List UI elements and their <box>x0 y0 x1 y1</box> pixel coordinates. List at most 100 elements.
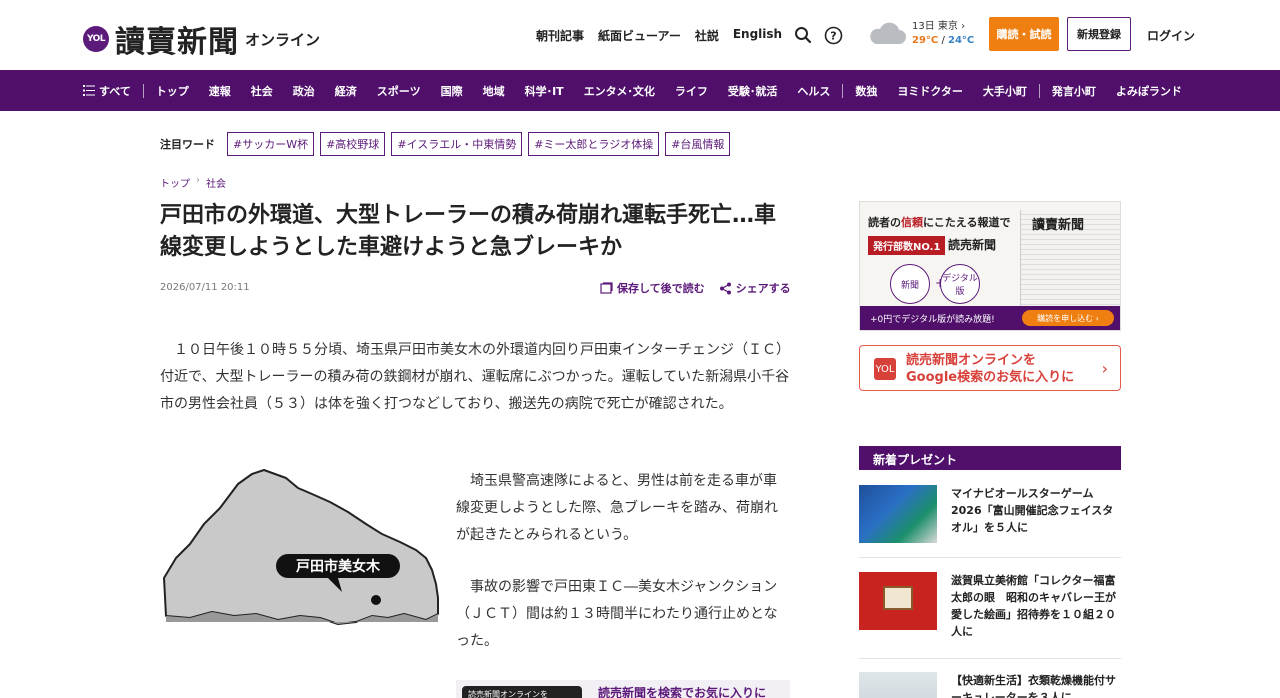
present-title: 【快適新生活】衣類乾燥機能付サーキュレーターを３人に <box>951 674 1116 698</box>
weather-low: 24°C <box>948 35 975 46</box>
google-favorite-banner[interactable]: 読売新聞オンラインを 読売新聞を検索でお気に入りに <box>456 680 790 698</box>
nav-politics[interactable]: 政治 <box>293 83 315 99</box>
nav-health[interactable]: ヘルス <box>797 83 830 99</box>
article-title: 戸田市の外環道、大型トレーラーの積み荷崩れ運転手死亡…車線変更しようとした車避け… <box>160 203 777 260</box>
ad-headline: 読者の信頼にこたえる報道で <box>868 214 1010 230</box>
map-location-label: 戸田市美女木 <box>296 558 381 575</box>
present-thumbnail <box>859 485 937 543</box>
google-favorite-ad[interactable]: YOL 読売新聞オンラインを Google検索のお気に入りに › <box>859 345 1121 391</box>
nav-divider <box>842 83 844 98</box>
share-button[interactable]: シェアする <box>719 280 791 296</box>
present-title: 滋賀県立美術館「コレクター福富太郎の眼 昭和のキャバレー王が愛した絵画」招待券を… <box>951 574 1116 638</box>
nav-otekomachi[interactable]: 大手小町 <box>983 83 1027 99</box>
ad2-line2: Google検索のお気に入りに <box>906 370 1075 385</box>
register-button[interactable]: 新規登録 <box>1067 17 1131 51</box>
subscribe-button[interactable]: 購読・試読 <box>989 17 1059 51</box>
menu-icon <box>83 85 95 96</box>
list-item[interactable]: 滋賀県立美術館「コレクター福富太郎の眼 昭和のキャバレー王が愛した絵画」招待券を… <box>859 572 1121 640</box>
ad-circle-print: 新聞 <box>890 264 930 304</box>
ad-apply-button[interactable]: 購読を申し込む › <box>1022 310 1114 326</box>
share-icon <box>719 282 731 294</box>
keyword-tag[interactable]: #台風情報 <box>665 132 731 156</box>
breadcrumb: トップ › 社会 <box>160 175 226 190</box>
nav-economy[interactable]: 経済 <box>335 83 357 99</box>
ad-headline-prefix: 読者の <box>868 216 901 229</box>
ad-footer: +0円でデジタル版が読み放題! 購読を申し込む › <box>860 306 1120 330</box>
presents-section-title: 新着プレゼント <box>859 446 1121 470</box>
list-divider <box>859 658 1121 659</box>
list-item[interactable]: マイナビオールスターゲーム2026「富山開催記念フェイスタオル」を５人に <box>859 485 1121 543</box>
logo-badge: YOL <box>83 26 109 52</box>
present-thumbnail <box>859 672 937 698</box>
nav-local[interactable]: 地域 <box>483 83 505 99</box>
logo-wordmark: 讀賣新聞 <box>115 25 239 60</box>
share-label: シェアする <box>735 282 791 295</box>
cloud-icon <box>868 22 906 46</box>
ad-footer-text: +0円でデジタル版が読み放題! <box>870 314 995 325</box>
help-icon[interactable]: ? <box>823 25 843 45</box>
article-actions: 保存して後で読む シェアする <box>600 280 791 296</box>
article-paragraph: １０日午後１０時５５分頃、埼玉県戸田市美女木の外環道内回り戸田東インターチェンジ… <box>160 342 790 412</box>
nav-breaking[interactable]: 速報 <box>209 83 231 99</box>
chevron-right-icon: › <box>1101 359 1108 378</box>
ad-circle-digital: デジタル版 <box>940 264 980 304</box>
weather-widget[interactable]: 13日 東京 › 29°C / 24°C <box>868 20 974 48</box>
weather-date: 13日 東京 › <box>912 21 966 32</box>
topnav-paper-viewer[interactable]: 紙面ビューアー <box>598 27 681 44</box>
present-thumbnail <box>859 572 937 630</box>
map-pin-icon <box>371 595 381 605</box>
topnav-editorial[interactable]: 社説 <box>695 27 719 44</box>
save-icon <box>600 282 613 294</box>
nav-yomipo-land[interactable]: よみぽランド <box>1116 83 1182 99</box>
yol-icon: YOL <box>874 358 896 380</box>
list-divider <box>859 557 1121 558</box>
newspaper-masthead: 讀賣新聞 <box>1032 218 1085 233</box>
save-later-label: 保存して後で読む <box>617 282 705 295</box>
save-later-button[interactable]: 保存して後で読む <box>600 280 705 296</box>
category-nav: すべて トップ 速報 社会 政治 経済 スポーツ 国際 地域 科学･IT エンタ… <box>0 70 1280 111</box>
nav-yomidr[interactable]: ヨミドクター <box>897 83 963 99</box>
nav-society[interactable]: 社会 <box>251 83 273 99</box>
article-date: 2026/07/11 20:11 <box>160 282 250 293</box>
logo-online: オンライン <box>245 30 321 49</box>
banner-text: 読売新聞を検索でお気に入りに <box>598 686 767 698</box>
subscription-ad[interactable]: 讀賣新聞 読者の信頼にこたえる報道で 発行部数NO.1 読売新聞 新聞 + デジ… <box>859 201 1121 331</box>
location-map: 戸田市美女木 <box>160 466 440 626</box>
svg-text:?: ? <box>830 29 836 42</box>
present-title: マイナビオールスターゲーム2026「富山開催記念フェイスタオル」を５人に <box>951 487 1114 534</box>
banner-dark-tab: 読売新聞オンラインを <box>462 686 582 698</box>
ad2-line1: 読売新聞オンラインを <box>906 353 1037 368</box>
nav-exam-jobs[interactable]: 受験･就活 <box>728 83 778 99</box>
breadcrumb-society[interactable]: 社会 <box>206 175 226 190</box>
article-paragraph: 埼玉県警高速隊によると、男性は前を走る車が車線変更しようとした際、急ブレーキを踏… <box>456 473 778 543</box>
topnav-english[interactable]: English <box>733 27 782 44</box>
list-item[interactable]: 【快適新生活】衣類乾燥機能付サーキュレーターを３人に <box>859 672 1121 698</box>
trending-keywords: 注目ワード #サッカーW杯 #高校野球 #イスラエル・中東情勢 #ミー太郎とラジ… <box>160 132 736 156</box>
search-icon[interactable] <box>793 25 813 45</box>
nav-hatsugen-komachi[interactable]: 発言小町 <box>1052 83 1096 99</box>
keyword-tag[interactable]: #サッカーW杯 <box>227 132 315 156</box>
nav-all[interactable]: すべて <box>83 83 131 99</box>
site-logo[interactable]: YOL 讀賣新聞 オンライン <box>83 17 320 61</box>
breadcrumb-top[interactable]: トップ <box>160 175 190 190</box>
weather-high: 29°C <box>912 35 939 46</box>
keyword-tag[interactable]: #ミー太郎とラジオ体操 <box>528 132 660 156</box>
ad-headline-suffix: にこたえる報道で <box>923 216 1011 229</box>
nav-life[interactable]: ライフ <box>675 83 708 99</box>
nav-science-it[interactable]: 科学･IT <box>525 83 564 99</box>
nav-entertainment[interactable]: エンタメ･文化 <box>584 83 655 99</box>
article-paragraph: 事故の影響で戸田東ＩＣ―美女木ジャンクション（ＪＣＴ）間は約１３時間半にわたり通… <box>456 579 778 649</box>
topnav-morning-edition[interactable]: 朝刊記事 <box>536 27 584 44</box>
chevron-right-icon: › <box>196 175 200 186</box>
keyword-tag[interactable]: #イスラエル・中東情勢 <box>391 132 523 156</box>
nav-world[interactable]: 国際 <box>441 83 463 99</box>
keyword-tag[interactable]: #高校野球 <box>320 132 386 156</box>
login-link[interactable]: ログイン <box>1147 27 1195 44</box>
nav-all-label: すべて <box>99 84 131 98</box>
nav-divider <box>142 83 144 98</box>
weather-temp-separator: / <box>938 35 948 46</box>
nav-sudoku[interactable]: 数独 <box>855 83 877 99</box>
nav-top[interactable]: トップ <box>156 83 189 99</box>
site-header: YOL 讀賣新聞 オンライン 朝刊記事 紙面ビューアー 社説 English ?… <box>0 0 1280 70</box>
nav-sports[interactable]: スポーツ <box>377 83 421 99</box>
